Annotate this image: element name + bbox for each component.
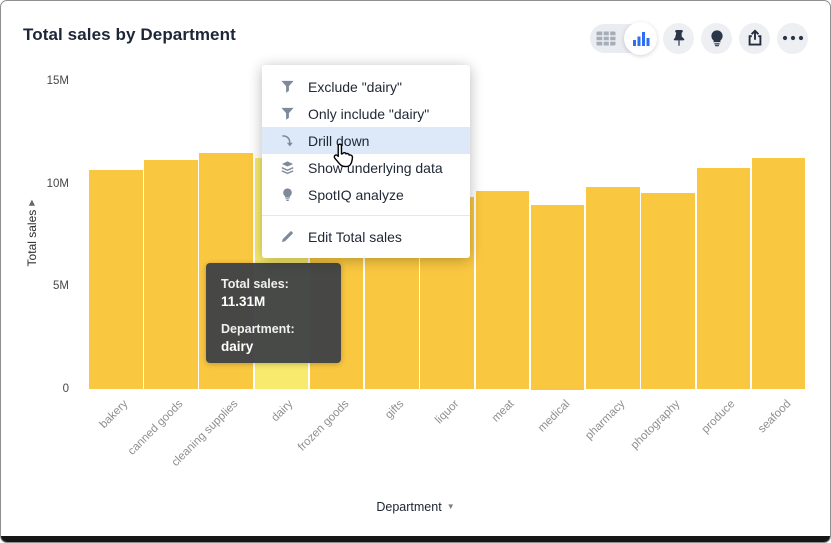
filter-icon	[279, 79, 295, 95]
menu-item-spotiq-analyze[interactable]: SpotIQ analyze	[262, 181, 470, 208]
x-tick-label: canned goods	[89, 398, 187, 496]
chart-widget: Total sales by Department	[0, 0, 831, 543]
menu-item-label: Exclude "dairy"	[308, 79, 402, 95]
menu-separator	[262, 215, 470, 216]
menu-item-label: Only include "dairy"	[308, 106, 429, 122]
x-tick-label: dairy	[200, 398, 298, 496]
more-options-button[interactable]	[777, 23, 808, 54]
menu-item-edit-total-sales[interactable]: Edit Total sales	[262, 223, 470, 250]
y-tick-label: 0	[27, 383, 69, 395]
page-title: Total sales by Department	[23, 25, 236, 45]
x-tick-label: pharmacy	[531, 398, 629, 496]
menu-item-label: Edit Total sales	[308, 229, 402, 245]
caret-down-icon: ▼	[447, 502, 455, 511]
menu-item-label: SpotIQ analyze	[308, 187, 404, 203]
bar-bakery[interactable]	[89, 170, 143, 389]
lightbulb-icon	[279, 187, 295, 203]
layers-icon	[279, 160, 295, 176]
x-tick-label: liquor	[365, 398, 463, 496]
y-tick-label: 15M	[27, 75, 69, 87]
tooltip-measure-value: 11.31M	[221, 293, 326, 311]
x-axis-title[interactable]: Department ▼	[1, 500, 830, 514]
y-axis-title[interactable]: Total sales ▶	[25, 133, 39, 333]
menu-item-exclude[interactable]: Exclude "dairy"	[262, 73, 470, 100]
x-axis-title-label: Department	[376, 500, 441, 514]
bar-photography[interactable]	[641, 193, 695, 390]
y-axis-title-label: Total sales	[25, 210, 39, 267]
pencil-icon	[279, 229, 295, 245]
lightbulb-button[interactable]	[701, 23, 732, 54]
toolbar	[590, 22, 808, 54]
share-icon	[746, 29, 764, 47]
x-tick-label: bakery	[34, 398, 132, 496]
share-button[interactable]	[739, 23, 770, 54]
menu-item-only-include[interactable]: Only include "dairy"	[262, 100, 470, 127]
view-toggle	[590, 24, 656, 53]
x-tick-label: meat	[421, 398, 519, 496]
x-tick-label: frozen goods	[255, 398, 353, 496]
bottom-edge	[1, 536, 830, 542]
lightbulb-icon	[708, 29, 726, 47]
x-tick-label: photography	[586, 398, 684, 496]
filter-icon	[279, 106, 295, 122]
pin-icon	[671, 29, 687, 47]
tooltip-attribute-label: Department:	[221, 321, 326, 338]
pin-button[interactable]	[663, 23, 694, 54]
chart-view-button[interactable]	[624, 22, 657, 55]
bar-medical[interactable]	[531, 205, 585, 390]
tooltip-measure-label: Total sales:	[221, 276, 326, 293]
bar-canned-goods[interactable]	[144, 160, 198, 390]
bar-meat[interactable]	[476, 191, 530, 390]
bar-produce[interactable]	[697, 168, 751, 389]
x-tick-label: cleaning supplies	[145, 398, 243, 496]
table-view-icon	[596, 31, 616, 46]
menu-item-drill-down[interactable]: Drill down	[262, 127, 470, 154]
x-tick-label: produce	[642, 398, 740, 496]
table-view-button[interactable]	[596, 31, 616, 51]
bar-seafood[interactable]	[752, 158, 806, 390]
hand-cursor-icon	[329, 142, 355, 175]
drill-down-arrow-icon	[279, 133, 295, 149]
x-tick-label: medical	[476, 398, 574, 496]
chart-tooltip: Total sales: 11.31M Department: dairy	[206, 263, 341, 363]
caret-down-icon: ▶	[27, 200, 36, 206]
x-tick-label: gifts	[310, 398, 408, 496]
tooltip-attribute-value: dairy	[221, 338, 326, 356]
more-ellipsis-icon	[782, 35, 804, 41]
chart-view-icon	[632, 31, 650, 46]
x-tick-label: seafood	[697, 398, 795, 496]
bar-pharmacy[interactable]	[586, 187, 640, 390]
context-menu: Exclude "dairy" Only include "dairy" Dri…	[262, 65, 470, 258]
menu-item-show-underlying-data[interactable]: Show underlying data	[262, 154, 470, 181]
